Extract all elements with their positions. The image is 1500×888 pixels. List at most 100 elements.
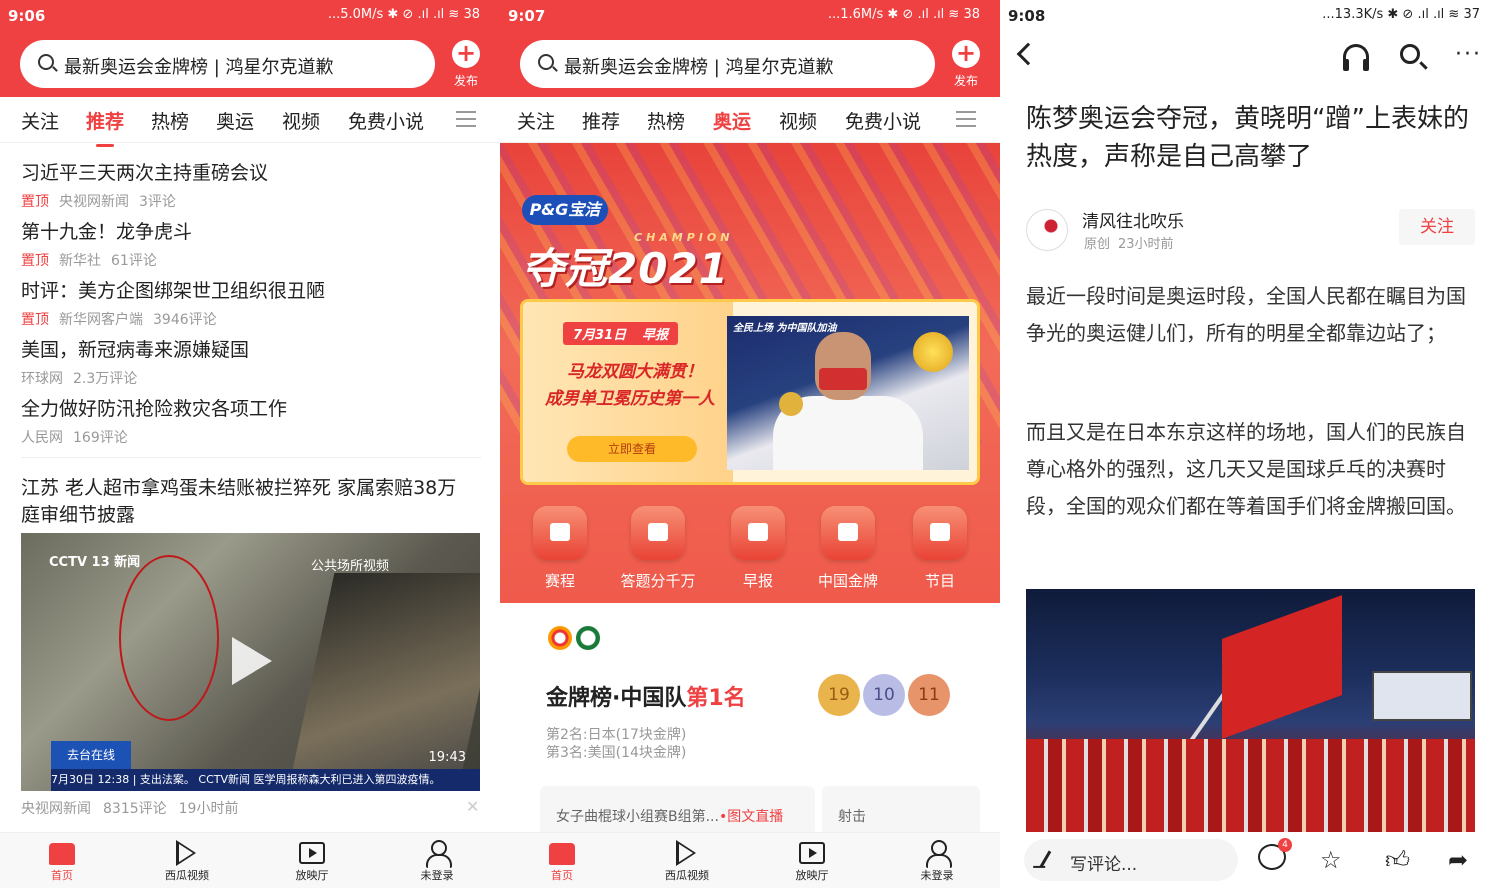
search-icon xyxy=(38,54,54,70)
nav-label: 放映厅 xyxy=(795,869,829,882)
tab-follow[interactable]: 关注 xyxy=(21,107,59,134)
tab-video[interactable]: 视频 xyxy=(282,107,320,134)
gold-count: 19 xyxy=(818,674,860,716)
search-bar[interactable]: 最新奥运会金牌榜 | 鸿星尔克道歉 xyxy=(20,40,435,88)
nav-xigua[interactable]: 西瓜视频 xyxy=(137,839,237,883)
live-card[interactable]: 女子曲棍球小组赛B组第...•图文直播 xyxy=(540,786,815,836)
close-icon[interactable]: ✕ xyxy=(466,797,479,816)
nav-theater[interactable]: 放映厅 xyxy=(262,839,362,883)
icon-programs[interactable]: 节目 xyxy=(895,506,985,591)
search-query: 最新奥运会金牌榜 | 鸿星尔克道歉 xyxy=(64,57,334,78)
tv-icon xyxy=(799,842,825,864)
search-bar[interactable]: 最新奥运会金牌榜 | 鸿星尔克道歉 xyxy=(520,40,935,88)
icon-label: 早报 xyxy=(742,572,773,590)
tab-olympics[interactable]: 奥运 xyxy=(713,107,751,147)
tab-novel[interactable]: 免费小说 xyxy=(845,107,921,134)
bottom-nav: 首页 西瓜视频 放映厅 未登录 xyxy=(0,832,500,888)
channel-tabs: 关注 推荐 热榜 奥运 视频 免费小说 xyxy=(0,97,500,147)
morning-report-card[interactable]: 7月31日 早报 马龙双圆大满贯！ 成男单卫冕历史第一人 立即查看 全民上场 为中… xyxy=(520,299,980,485)
news-item[interactable]: 时评：美方企图绑架世卫组织很丑陋 置顶 新华网客户端 3946评论 xyxy=(21,276,481,329)
tab-hot[interactable]: 热榜 xyxy=(151,107,189,134)
comment-icon[interactable]: 4 xyxy=(1258,838,1292,870)
nav-label: 首页 xyxy=(551,869,573,882)
icon-morning-report[interactable]: 早报 xyxy=(713,506,803,591)
back-icon[interactable] xyxy=(1016,42,1040,66)
author-row: 清风往北吹乐 原创 23小时前 关注 xyxy=(1026,205,1478,255)
tab-olympics[interactable]: 奥运 xyxy=(216,107,254,134)
original-tag: 原创 xyxy=(1084,237,1111,252)
nav-user[interactable]: 未登录 xyxy=(387,839,487,883)
share-icon[interactable]: ➦ xyxy=(1448,846,1468,874)
status-bar: 9:08 ...13.3K/s ✱ ⊘ .ıl .ıl ≋ 37 xyxy=(1000,0,1500,32)
tab-video[interactable]: 视频 xyxy=(779,107,817,134)
news-item[interactable]: 美国，新冠病毒来源嫌疑国 环球网 2.3万评论 xyxy=(21,335,481,388)
menu-icon[interactable] xyxy=(956,111,976,127)
live-title: 射击 xyxy=(838,809,866,825)
news-comments: 2.3万评论 xyxy=(73,371,138,387)
icon-china-gold[interactable]: 中国金牌 xyxy=(803,506,893,591)
news-source: 央视网新闻 xyxy=(59,194,129,210)
news-item[interactable]: 习近平三天两次主持重磅会议 置顶 央视网新闻 3评论 xyxy=(21,158,481,211)
tab-hot[interactable]: 热榜 xyxy=(647,107,685,134)
athlete-photo: 全民上场 为中国队加油 xyxy=(727,316,969,470)
news-item[interactable]: 全力做好防汛抢险救灾各项工作 人民网 169评论 xyxy=(21,394,481,447)
news-comments: 3946评论 xyxy=(153,312,217,328)
thumbs-up-icon[interactable]: 👍︎ xyxy=(1385,846,1410,875)
user-icon xyxy=(425,840,452,868)
view-now-button[interactable]: 立即查看 xyxy=(567,436,697,462)
video-news-title[interactable]: 江苏 老人超市拿鸡蛋未结账被拦猝死 家属索赔38万 庭审细节披露 xyxy=(21,475,481,529)
status-indicators: ...5.0M/s ✱ ⊘ .ıl .ıl ≋ 38 xyxy=(327,7,480,22)
icon-schedule[interactable]: 赛程 xyxy=(515,506,605,591)
nav-theater[interactable]: 放映厅 xyxy=(762,839,862,883)
article-title: 陈梦奥运会夺冠，黄晓明“蹭”上表妹的热度，声称是自己高攀了 xyxy=(1026,104,1469,172)
publish-button[interactable]: + 发布 xyxy=(446,40,486,89)
play-icon[interactable] xyxy=(232,637,272,685)
status-time: 9:07 xyxy=(508,7,546,25)
icon-quiz[interactable]: 答题分千万 xyxy=(613,506,703,591)
article-paragraph: 最近一段时间是奥运时段，全国人民都在瞩目为国争光的奥运健儿们，所有的明星全都靠边… xyxy=(1026,284,1466,345)
news-title: 第十九金！龙争虎斗 xyxy=(21,221,193,243)
highlight-circle xyxy=(119,555,219,721)
news-title: 时评：美方企图绑架世卫组织很丑陋 xyxy=(21,280,326,302)
news-source: 新华网客户端 xyxy=(59,312,143,328)
news-item[interactable]: 第十九金！龙争虎斗 置顶 新华社 61评论 xyxy=(21,217,481,270)
second-place: 第2名:日本(17块金牌) xyxy=(546,727,687,743)
live-card[interactable]: 射击 xyxy=(822,786,980,836)
news-title: 全力做好防汛抢险救灾各项工作 xyxy=(21,398,288,420)
nav-label: 未登录 xyxy=(420,869,454,882)
menu-icon[interactable] xyxy=(456,111,476,127)
star-icon[interactable]: ☆ xyxy=(1320,846,1342,874)
video-thumbnail[interactable]: CCTV 13 新闻 公共场所视频 去台在线 7月30日 12:38 | 支出法… xyxy=(21,533,480,791)
nav-user[interactable]: 未登录 xyxy=(887,839,987,883)
status-bar: 9:06 ...5.0M/s ✱ ⊘ .ıl .ıl ≋ 38 xyxy=(0,0,500,32)
flag-icon xyxy=(1222,595,1342,739)
calendar-icon xyxy=(533,506,587,560)
tab-novel[interactable]: 免费小说 xyxy=(348,107,424,134)
tv-icon xyxy=(299,842,325,864)
more-icon[interactable]: ··· xyxy=(1455,42,1482,67)
comment-input[interactable]: 写评论... xyxy=(1024,839,1238,881)
video-duration: 19:43 xyxy=(428,750,466,765)
status-indicators: ...13.3K/s ✱ ⊘ .ıl .ıl ≋ 37 xyxy=(1322,7,1480,22)
nav-xigua[interactable]: 西瓜视频 xyxy=(637,839,737,883)
article-image[interactable] xyxy=(1026,589,1475,832)
news-source: 新华社 xyxy=(59,253,101,269)
headphones-icon[interactable] xyxy=(1343,44,1369,71)
sponsor-logos xyxy=(548,626,628,666)
avatar[interactable] xyxy=(1026,209,1068,251)
tab-recommend[interactable]: 推荐 xyxy=(582,107,620,134)
publish-button[interactable]: + 发布 xyxy=(946,40,986,89)
article-paragraph: 而且又是在日本东京这样的场地，国人们的民族自尊心格外的强烈，这几天又是国球乒乓的… xyxy=(1026,420,1466,518)
search-icon[interactable] xyxy=(1400,44,1420,64)
tab-follow[interactable]: 关注 xyxy=(517,107,555,134)
nav-home[interactable]: 首页 xyxy=(512,839,612,883)
follow-button[interactable]: 关注 xyxy=(1399,209,1475,245)
nav-label: 未登录 xyxy=(920,869,954,882)
gold-medal-icon xyxy=(821,506,875,560)
champion-text: 夺冠2021 xyxy=(522,244,729,293)
champion-sub: CHAMPION xyxy=(634,231,734,244)
tab-recommend[interactable]: 推荐 xyxy=(86,107,124,147)
author-name[interactable]: 清风往北吹乐 xyxy=(1082,207,1184,232)
medal-board[interactable]: 金牌榜·中国队第1名 19 10 11 第2名:日本(17块金牌) 第3名:美国… xyxy=(520,606,980,836)
nav-home[interactable]: 首页 xyxy=(12,839,112,883)
